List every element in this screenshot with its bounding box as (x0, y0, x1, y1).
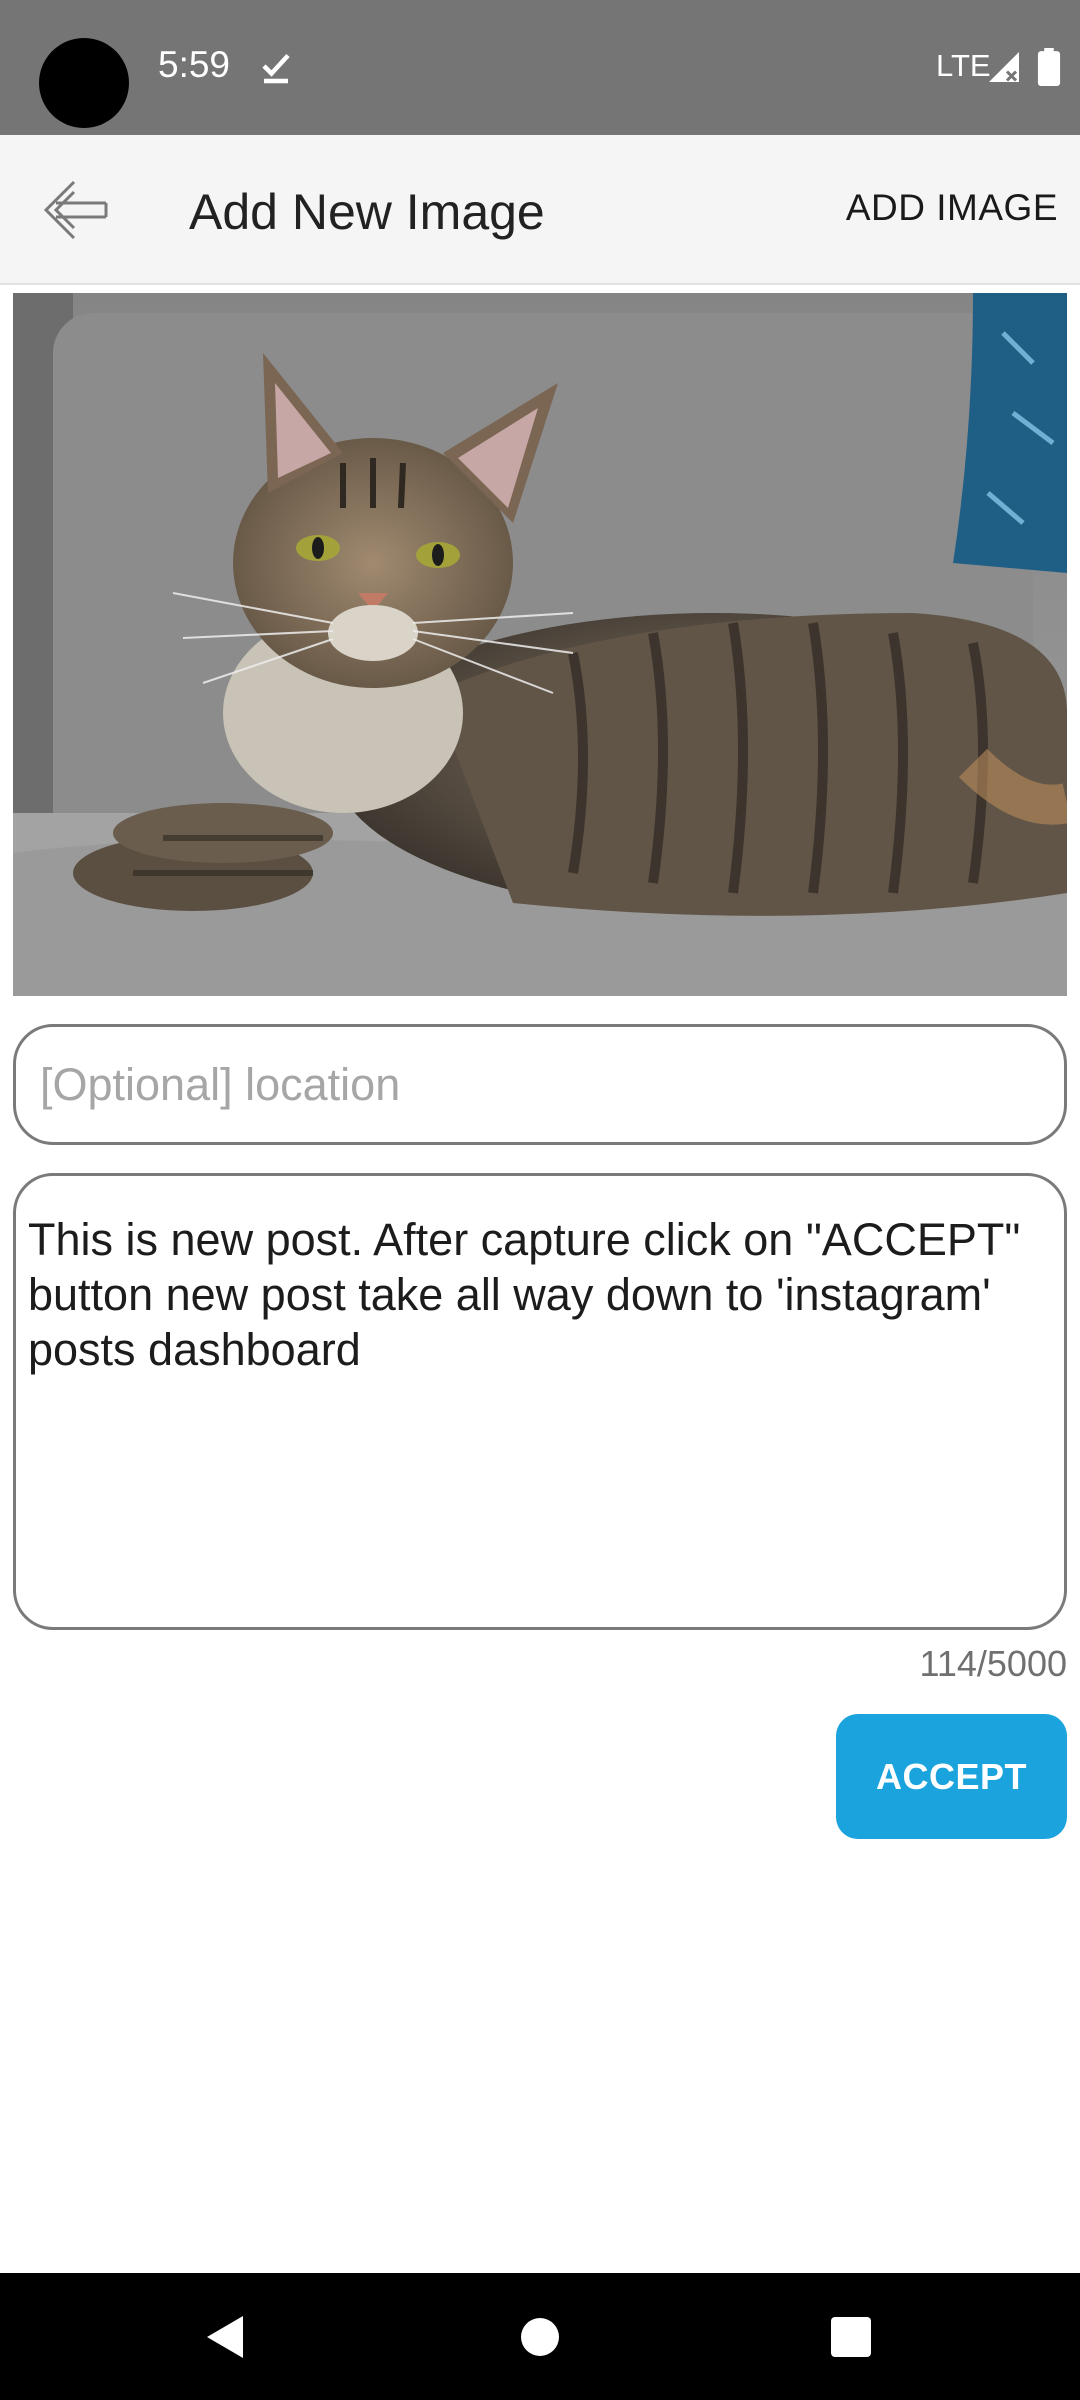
status-bar: 5:59 LTE (0, 0, 1080, 135)
status-time: 5:59 (158, 44, 231, 85)
nav-back-icon (207, 2315, 243, 2358)
cat-photo (13, 293, 1067, 996)
cat-photo-image (13, 293, 1067, 996)
accept-button[interactable]: ACCEPT (836, 1714, 1067, 1839)
nav-back-button[interactable] (155, 2273, 295, 2400)
app-bar: Add New Image ADD IMAGE (0, 135, 1080, 285)
nav-recents-icon (831, 2316, 871, 2357)
check-icon (262, 53, 290, 84)
page-title: Add New Image (189, 184, 545, 240)
location-input[interactable] (13, 1024, 1067, 1145)
back-button[interactable] (30, 165, 120, 255)
camera-cutout (39, 38, 129, 128)
caption-input[interactable]: This is new post. After capture click on… (13, 1173, 1067, 1630)
nav-home-button[interactable] (470, 2273, 610, 2400)
signal-icon (989, 52, 1019, 82)
add-image-button[interactable]: ADD IMAGE (846, 187, 1058, 229)
arrow-back-icon (43, 180, 108, 240)
battery-icon (1037, 48, 1061, 86)
nav-recents-button[interactable] (781, 2273, 921, 2400)
network-type: LTE (936, 48, 991, 83)
system-nav-bar (0, 2273, 1080, 2400)
character-counter: 114/5000 (919, 1643, 1067, 1684)
nav-home-icon (521, 2317, 559, 2356)
